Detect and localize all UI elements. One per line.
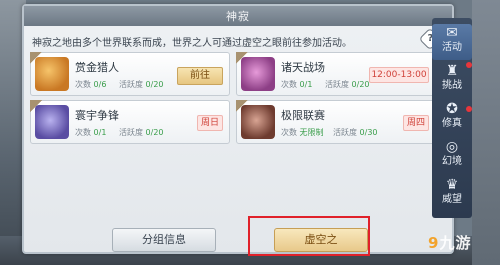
side-tab-label: 幻境 [442,156,462,167]
card-corner-decoration [236,100,248,112]
activity-stat: 活跃度 0/30 [333,127,378,138]
activity-name: 赏金猎人 [75,61,119,74]
time-badge: 12:00-13:00 [369,67,429,83]
watermark-nine: 9 [428,234,440,252]
side-tab-challenge[interactable]: ♜ 挑战 [432,62,472,98]
activity-icon: ✉ [446,25,458,41]
activity-label: 活跃度 [333,128,357,137]
highlight-box [248,216,370,256]
side-tab-activity[interactable]: ✉ 活动 [432,24,472,60]
watermark-text: 九游 [439,234,472,252]
activity-value: 0/20 [145,80,164,89]
day-badge: 周四 [403,115,429,131]
side-tab-cultivation[interactable]: ✪ 修真 [432,100,472,136]
count-value: 0/1 [299,80,313,89]
group-info-button[interactable]: 分组信息 [112,228,216,252]
activity-stat: 活跃度 0/20 [119,79,164,90]
side-tab-prestige[interactable]: ♛ 威望 [432,176,472,212]
activity-label: 活跃度 [119,128,143,137]
activity-card-universe-contest[interactable]: 寰宇争锋 次数 0/1 活跃度 0/20 周日 [30,100,230,144]
activity-value: 0/20 [145,128,164,137]
activity-card-bounty-hunter[interactable]: 赏金猎人 次数 0/6 活跃度 0/20 前往 [30,52,230,96]
activity-stat: 活跃度 0/20 [325,79,370,90]
activity-label: 活跃度 [325,80,349,89]
side-nav: ✉ 活动 ♜ 挑战 ✪ 修真 ◎ 幻境 ♛ 威望 [432,18,472,218]
go-button[interactable]: 前往 [177,67,223,85]
day-badge: 周日 [197,115,223,131]
count-stat: 次数 0/1 [75,127,106,138]
panel-title: 神寂 [226,10,250,23]
count-label: 次数 [75,128,91,137]
activity-card-heavens-battlefield[interactable]: 诸天战场 次数 0/1 活跃度 0/20 12:00-13:00 [236,52,436,96]
count-stat: 次数 0/6 [75,79,106,90]
side-tab-label: 威望 [442,194,462,205]
activity-card-extreme-league[interactable]: 极限联赛 次数 无限制 活跃度 0/30 周四 [236,100,436,144]
intro-text: 神寂之地由多个世界联系而成，世界之人可通过虚空之眼前往参加活动。 [32,38,352,49]
side-tab-illusion[interactable]: ◎ 幻境 [432,138,472,174]
notification-dot [466,62,472,68]
count-value: 0/6 [93,80,107,89]
notification-dot [466,106,472,112]
activity-name: 寰宇争锋 [75,109,119,122]
side-tab-label: 活动 [442,42,462,53]
count-label: 次数 [75,80,91,89]
activity-label: 活跃度 [119,80,143,89]
count-label: 次数 [281,80,297,89]
count-stat: 次数 无限制 [281,127,324,138]
count-stat: 次数 0/1 [281,79,312,90]
count-label: 次数 [281,128,297,137]
count-value: 0/1 [93,128,107,137]
activity-value: 0/20 [351,80,370,89]
card-corner-decoration [30,100,42,112]
activity-name: 诸天战场 [281,61,325,74]
activity-panel: 神寂 神寂之地由多个世界联系而成，世界之人可通过虚空之眼前往参加活动。 ? 赏金… [22,4,454,254]
card-corner-decoration [236,52,248,64]
prestige-icon: ♛ [445,177,459,193]
background-right [472,0,500,265]
activity-stat: 活跃度 0/20 [119,127,164,138]
card-corner-decoration [30,52,42,64]
count-value: 无限制 [299,128,324,137]
title-bar: 神寂 [24,6,452,26]
side-tab-label: 挑战 [442,80,462,91]
jiuyou-watermark-logo: 9九游 [428,232,471,253]
activity-value: 0/30 [359,128,378,137]
side-tab-label: 修真 [442,118,462,129]
activity-name: 极限联赛 [281,109,325,122]
illusion-icon: ◎ [445,139,459,155]
